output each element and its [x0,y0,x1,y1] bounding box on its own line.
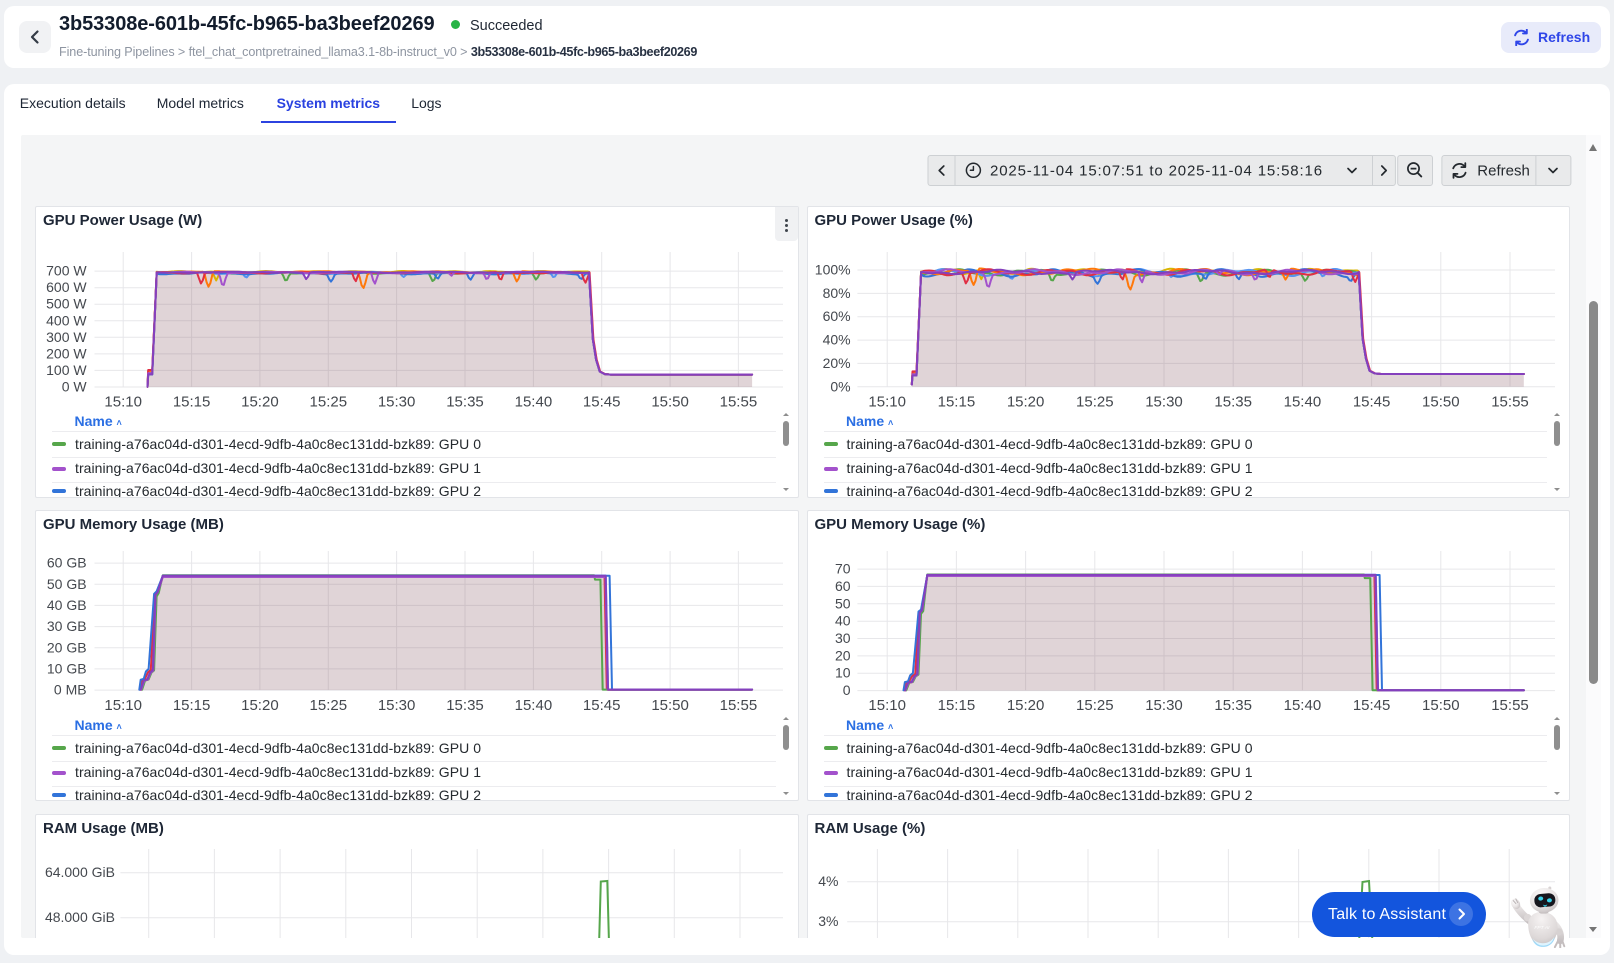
svg-text:400 W: 400 W [46,312,87,328]
svg-text:15:15: 15:15 [173,697,211,714]
svg-text:15:25: 15:25 [1076,393,1114,410]
svg-text:15:30: 15:30 [378,393,416,410]
svg-text:15:20: 15:20 [1006,697,1044,714]
svg-text:15:35: 15:35 [446,393,484,410]
svg-text:60 GB: 60 GB [47,554,87,570]
svg-text:20%: 20% [822,354,850,370]
svg-text:15:40: 15:40 [1283,697,1321,714]
svg-text:15:55: 15:55 [1491,697,1529,714]
svg-text:20: 20 [835,647,851,663]
svg-text:70: 70 [835,560,851,576]
svg-text:2025-11-04 15:07:51 to 2025-11: 2025-11-04 15:07:51 to 2025-11-04 15:58:… [990,163,1323,180]
svg-text:40: 40 [835,613,851,629]
svg-text:15:45: 15:45 [1352,393,1390,410]
svg-text:3%: 3% [818,913,838,929]
svg-text:15:10: 15:10 [868,697,906,714]
svg-text:Refresh: Refresh [1477,163,1530,180]
svg-text:15:25: 15:25 [310,393,348,410]
svg-text:15:10: 15:10 [104,697,142,714]
svg-text:15:20: 15:20 [241,393,279,410]
svg-text:FPT AI: FPT AI [1534,925,1550,931]
svg-text:20 GB: 20 GB [47,639,87,655]
svg-text:30 GB: 30 GB [47,618,87,634]
svg-text:40%: 40% [822,331,850,347]
svg-text:15:50: 15:50 [651,393,689,410]
svg-text:48.000 GiB: 48.000 GiB [45,909,115,925]
svg-text:300 W: 300 W [46,328,87,344]
svg-text:200 W: 200 W [46,345,87,361]
svg-text:15:30: 15:30 [1145,393,1183,410]
svg-text:100%: 100% [814,261,850,277]
svg-text:100 W: 100 W [46,361,87,377]
svg-text:0 W: 0 W [62,378,88,394]
svg-text:15:55: 15:55 [1491,393,1529,410]
svg-text:15:40: 15:40 [1283,393,1321,410]
svg-text:15:55: 15:55 [720,393,758,410]
svg-text:40 GB: 40 GB [47,597,87,613]
svg-text:30: 30 [835,630,851,646]
svg-text:15:20: 15:20 [241,697,279,714]
svg-text:15:20: 15:20 [1006,393,1044,410]
svg-text:15:15: 15:15 [937,393,975,410]
svg-text:15:35: 15:35 [446,697,484,714]
svg-text:15:35: 15:35 [1214,697,1252,714]
svg-text:600 W: 600 W [46,279,87,295]
svg-text:0%: 0% [830,378,850,394]
svg-text:700 W: 700 W [46,262,87,278]
svg-text:15:25: 15:25 [310,697,348,714]
svg-text:10: 10 [835,665,851,681]
svg-text:15:35: 15:35 [1214,393,1252,410]
svg-text:15:30: 15:30 [378,697,416,714]
svg-text:64.000 GiB: 64.000 GiB [45,864,115,880]
svg-text:15:55: 15:55 [720,697,758,714]
svg-text:80%: 80% [822,284,850,300]
svg-text:15:30: 15:30 [1145,697,1183,714]
svg-text:15:15: 15:15 [937,697,975,714]
svg-text:0 MB: 0 MB [54,681,87,697]
svg-text:10 GB: 10 GB [47,660,87,676]
svg-text:15:50: 15:50 [1422,697,1460,714]
svg-text:15:15: 15:15 [173,393,211,410]
svg-text:0: 0 [842,682,850,698]
svg-text:15:25: 15:25 [1076,697,1114,714]
svg-text:15:45: 15:45 [583,393,621,410]
svg-text:15:40: 15:40 [515,393,553,410]
svg-text:15:45: 15:45 [1352,697,1390,714]
svg-text:50 GB: 50 GB [47,576,87,592]
svg-text:15:50: 15:50 [651,697,689,714]
svg-text:500 W: 500 W [46,295,87,311]
svg-text:15:10: 15:10 [104,393,142,410]
svg-text:60%: 60% [822,308,850,324]
svg-text:4%: 4% [818,873,838,889]
svg-text:15:50: 15:50 [1422,393,1460,410]
svg-text:15:10: 15:10 [868,393,906,410]
svg-text:50: 50 [835,595,851,611]
svg-text:15:40: 15:40 [515,697,553,714]
svg-text:60: 60 [835,578,851,594]
svg-text:15:45: 15:45 [583,697,621,714]
